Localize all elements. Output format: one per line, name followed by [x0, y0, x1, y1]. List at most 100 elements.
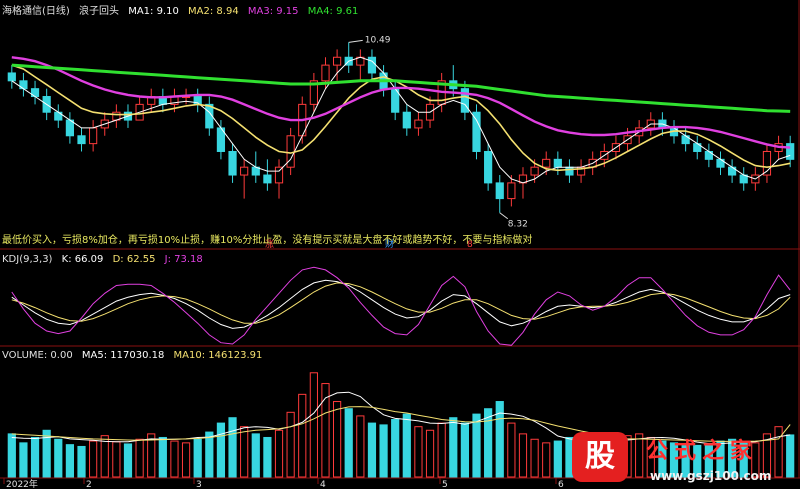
watermark-site: www.gszj100.com	[650, 469, 772, 483]
x-tick-label: 5	[442, 480, 448, 489]
candle-body	[65, 119, 74, 137]
candle-body	[472, 111, 481, 152]
candle-body	[507, 182, 516, 200]
volume-bar	[391, 419, 400, 478]
volume-bar	[309, 372, 318, 478]
price-panel: 10.498.32涨财 8	[7, 35, 795, 250]
indicator-name: 浪子回头	[79, 6, 119, 17]
volume-bar	[158, 436, 167, 478]
x-tick-label: 2022年	[6, 478, 38, 489]
volume-bar	[30, 436, 40, 478]
candle-body	[333, 56, 342, 66]
kdj-k-label: K: 66.09	[61, 254, 104, 265]
kdj-header: KDJ(9,3,3) K: 66.09 D: 62.55 J: 73.18	[2, 254, 209, 265]
volume-bar	[263, 436, 272, 478]
volume-bar	[228, 417, 237, 478]
volume-bar	[7, 433, 16, 478]
kdj-k-line	[11, 279, 791, 329]
volume-bar	[251, 433, 260, 478]
watermark-brand: 公式之家	[646, 439, 759, 464]
volume-bar	[216, 422, 226, 478]
volume-bar	[774, 426, 783, 478]
ma3-label: MA3: 9.15	[247, 6, 299, 17]
candle-body	[414, 119, 423, 129]
candle-body	[553, 158, 562, 168]
candle-body	[786, 143, 795, 160]
volume-bar	[425, 429, 435, 478]
volume-bar	[123, 443, 133, 478]
kdj-panel	[11, 266, 791, 346]
candle-body	[565, 166, 574, 176]
volume-bar	[193, 438, 202, 478]
volume-bar	[54, 438, 63, 478]
stock-title: 海格通信(日线)	[2, 6, 70, 17]
volume-bar	[344, 408, 353, 478]
candle-body	[367, 56, 377, 74]
volume-bar	[89, 440, 98, 478]
price-header: 海格通信(日线) 浪子回头 MA1: 9.10 MA2: 8.94 MA3: 9…	[2, 2, 364, 17]
kdj-d-label: D: 62.55	[112, 254, 156, 265]
candle-body	[495, 182, 504, 200]
volume-bar	[460, 422, 469, 478]
volume-bar	[507, 422, 516, 478]
x-tick-label: 3	[196, 480, 202, 489]
low-pointer	[499, 212, 509, 220]
volume-bar	[437, 422, 446, 478]
volume-ma5-label: MA5: 117030.18	[81, 350, 165, 361]
volume-bar	[181, 442, 191, 478]
x-tick-label: 4	[320, 480, 326, 489]
candle-body	[263, 174, 272, 184]
high-pointer	[348, 39, 363, 43]
kdj-d-line	[11, 282, 791, 324]
volume-bar	[449, 417, 458, 478]
x-tick-label: 6	[558, 480, 564, 489]
volume-bar	[65, 444, 74, 478]
volume-title: VOLUME: 0.00	[2, 350, 73, 361]
candle-body	[402, 111, 411, 129]
volume-bar	[240, 426, 249, 478]
volume-bar	[379, 424, 388, 478]
kdj-title: KDJ(9,3,3)	[2, 254, 53, 265]
ma1-label: MA1: 9.10	[128, 6, 179, 17]
volume-bar	[518, 433, 528, 478]
kdj-j-label: J: 73.18	[164, 254, 203, 265]
volume-bar	[530, 438, 539, 478]
volume-bar	[77, 445, 86, 478]
candle-body	[7, 72, 16, 82]
volume-bar	[542, 442, 551, 478]
candle-body	[484, 150, 493, 184]
volume-bar	[170, 440, 179, 478]
low-label: 8.32	[508, 220, 528, 230]
candle-body	[240, 166, 249, 176]
watermark-logo: 股	[572, 432, 628, 482]
strategy-note: 最低价买入，亏损8%加仓，再亏损10%止损，赚10%分批止盈，没有提示买就是大盘…	[2, 235, 533, 246]
ma4-label: MA4: 9.61	[307, 6, 359, 17]
volume-bar	[484, 408, 493, 478]
volume-bar	[786, 434, 795, 478]
volume-bar	[333, 401, 342, 478]
volume-bar	[472, 413, 481, 478]
volume-ma10-label: MA10: 146123.91	[173, 350, 263, 361]
x-tick-label: 2	[86, 480, 92, 489]
volume-bar	[19, 442, 28, 478]
volume-bar	[356, 415, 365, 478]
candle-body	[530, 166, 539, 176]
volume-bar	[112, 441, 121, 478]
volume-bar	[286, 411, 295, 478]
candle-body	[321, 64, 330, 82]
volume-bar	[298, 393, 307, 478]
volume-bar	[635, 433, 644, 478]
ma2-label: MA2: 8.94	[188, 6, 239, 17]
volume-bar	[402, 413, 411, 478]
volume-bar	[414, 426, 423, 478]
volume-header: VOLUME: 0.00 MA5: 117030.18 MA10: 146123…	[2, 350, 268, 361]
volume-bar	[274, 429, 284, 478]
candle-body	[542, 158, 551, 168]
volume-bar	[367, 422, 377, 478]
volume-bar	[205, 431, 214, 478]
candle-body	[274, 166, 284, 184]
candle-body	[89, 127, 98, 145]
high-label: 10.49	[365, 35, 391, 45]
candle-body	[77, 135, 86, 145]
candle-body	[228, 150, 237, 176]
